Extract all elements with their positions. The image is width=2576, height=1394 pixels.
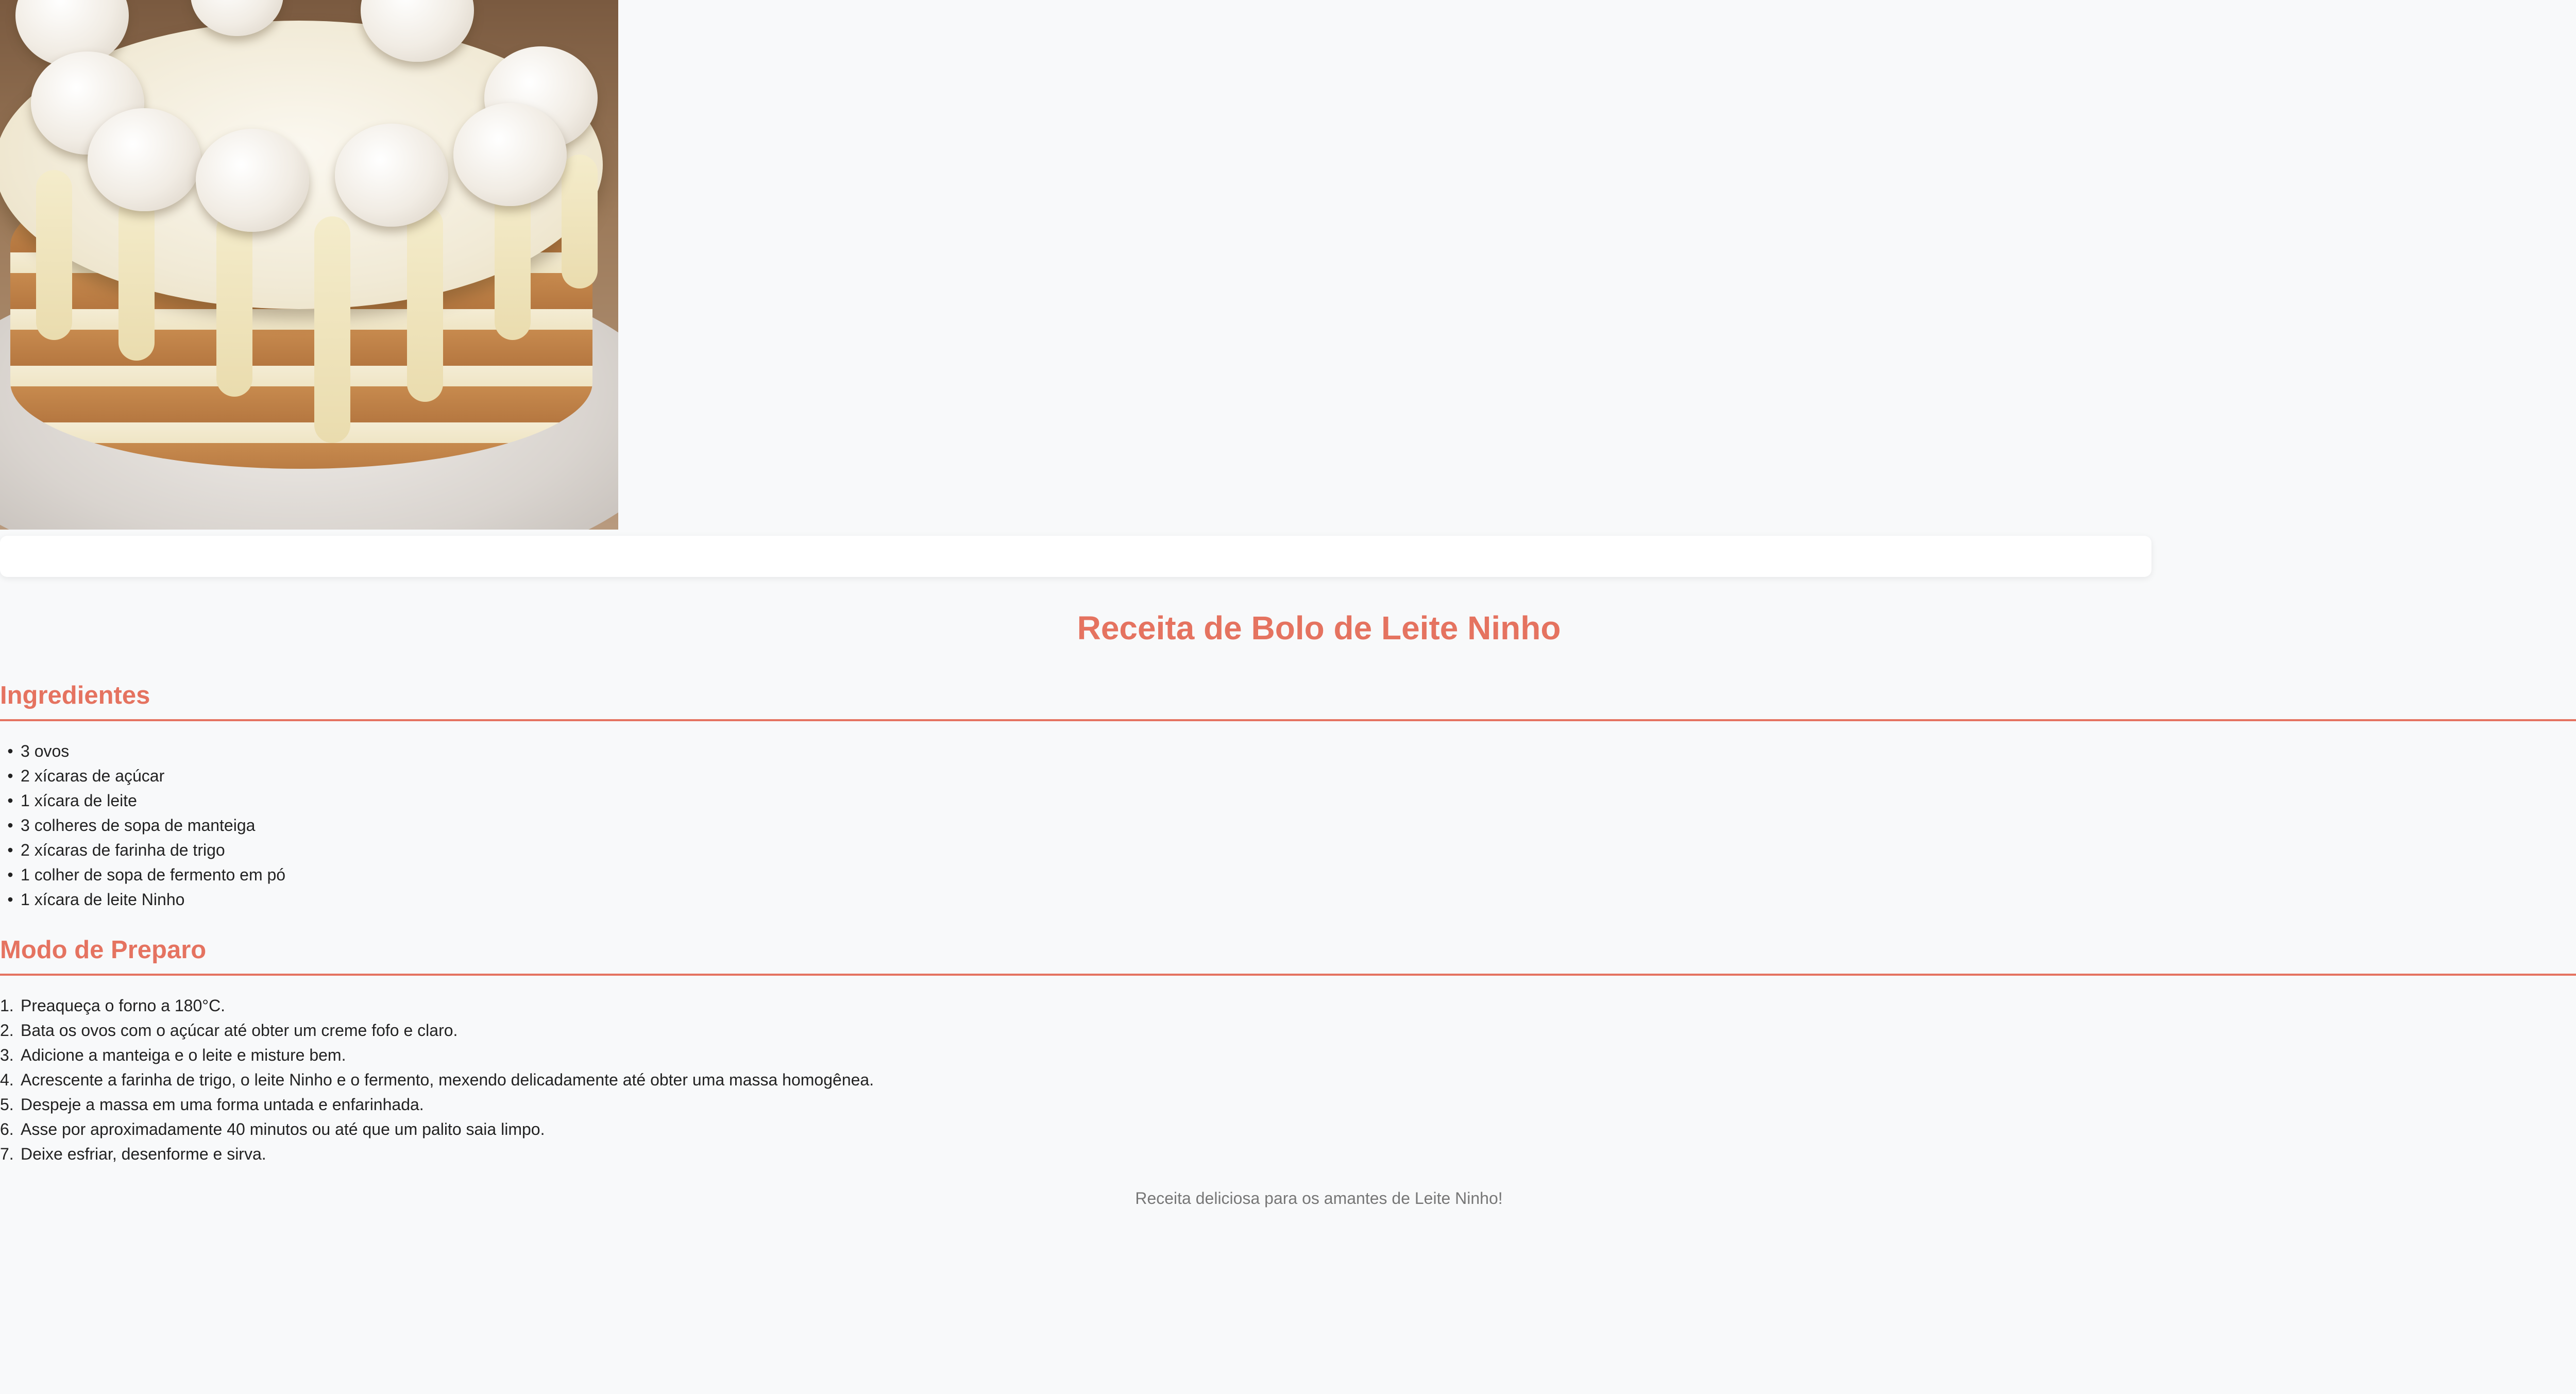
truffle-ball	[196, 129, 309, 232]
bullet-icon: •	[7, 816, 13, 835]
section-divider	[0, 974, 2576, 976]
bullet-icon: •	[7, 791, 13, 810]
bullet-icon: •	[7, 767, 13, 785]
list-item: 5. Despeje a massa em uma forma untada e …	[0, 1095, 424, 1114]
cream-drip	[216, 211, 252, 397]
list-item: • 1 xícara de leite Ninho	[0, 887, 285, 912]
list-item: • 2 xícaras de açúcar	[0, 763, 285, 788]
cream-drip	[407, 206, 443, 402]
cream-drip	[36, 170, 72, 340]
bullet-icon: •	[7, 890, 13, 909]
list-item: • 3 ovos	[0, 739, 285, 763]
cream-drip	[562, 155, 598, 288]
truffle-ball	[335, 124, 448, 227]
truffle-ball	[453, 103, 567, 206]
bullet-icon: •	[7, 841, 13, 859]
steps-heading: Modo de Preparo	[0, 936, 207, 964]
truffle-ball	[88, 108, 201, 211]
list-item: • 1 colher de sopa de fermento em pó	[0, 862, 285, 887]
cream-drip	[118, 196, 155, 361]
cake-image	[0, 0, 618, 530]
list-item: 3. Adicione a manteiga e o leite e mistur…	[0, 1046, 346, 1064]
list-item: 7. Deixe esfriar, desenforme e sirva.	[0, 1145, 266, 1163]
list-item: • 3 colheres de sopa de manteiga	[0, 813, 285, 838]
list-item: 6. Asse por aproximadamente 40 minutos ou…	[0, 1120, 545, 1138]
cream-drip	[495, 185, 531, 340]
list-item: • 2 xícaras de farinha de trigo	[0, 838, 285, 862]
ingredients-list: • 3 ovos • 2 xícaras de açúcar • 1 xícara d…	[0, 739, 285, 912]
footer-note: Receita deliciosa para os amantes de Lei…	[1135, 1189, 1503, 1208]
bullet-icon: •	[7, 742, 13, 760]
page-title: Receita de Bolo de Leite Ninho	[1077, 609, 1561, 647]
ingredients-heading: Ingredientes	[0, 682, 150, 709]
empty-card	[0, 536, 2151, 577]
steps-list: 1. Preaqueça o forno a 180°C. 2. Bata os o…	[0, 993, 874, 1166]
list-item: 1. Preaqueça o forno a 180°C.	[0, 996, 226, 1015]
cream-drip	[314, 216, 350, 443]
list-item: 4. Acrescente a farinha de trigo, o leite…	[0, 1070, 874, 1089]
list-item: 2. Bata os ovos com o açúcar até obter um…	[0, 1021, 458, 1040]
bullet-icon: •	[7, 865, 13, 884]
section-divider	[0, 719, 2576, 721]
list-item: • 1 xícara de leite	[0, 788, 285, 813]
